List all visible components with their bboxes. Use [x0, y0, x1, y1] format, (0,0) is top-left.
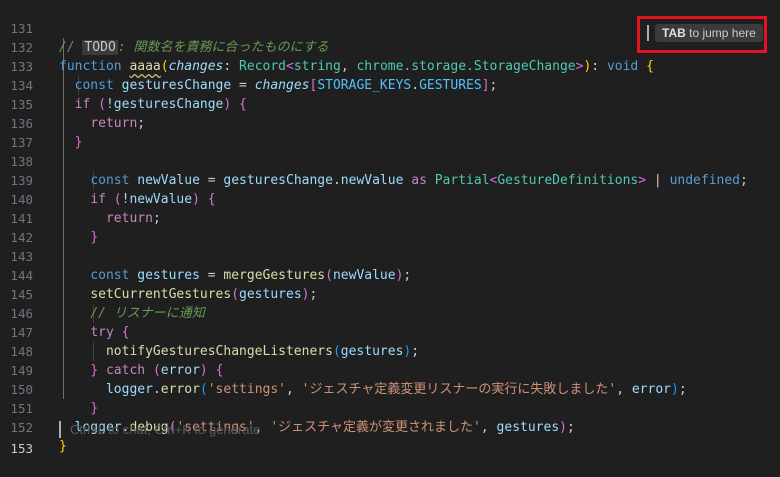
code-editor[interactable]: 131 // TODO: 関数名を責務に合ったものにする 132 functio…: [0, 0, 780, 456]
code-line: 151 logger.debug('settings', 'ジェスチャ定義が変更…: [0, 380, 780, 435]
code-line: 143 const gestures = mergeGestures(newVa…: [0, 228, 780, 283]
code-line: 141 }: [0, 190, 780, 245]
code-line: 152 }: [0, 399, 780, 454]
code-line: 142: [0, 209, 780, 245]
code-line: 134 if (!gesturesChange) {: [0, 57, 780, 112]
code-line: 138 const newValue = gesturesChange.newV…: [0, 133, 780, 188]
code-line: 135 return;: [0, 76, 780, 131]
code-line: 150 }: [0, 361, 780, 416]
code-line: 149 logger.error('settings', 'ジェスチャ定義変更リ…: [0, 342, 780, 397]
chat-placeholder: Ctrl+L to chat, Ctrl+K to generate: [70, 422, 261, 437]
code-line: 145 // リスナーに通知: [0, 266, 780, 321]
line-number: 153: [10, 441, 33, 456]
code-line: 140 return;: [0, 171, 780, 226]
code-line: 137: [0, 114, 780, 150]
text-cursor: [59, 421, 61, 438]
highlight-box: [637, 16, 767, 53]
code-line: 136 }: [0, 95, 780, 150]
code-line: 147 notifyGesturesChangeListeners(gestur…: [0, 304, 780, 359]
code-line: 144 setCurrentGestures(gestures);: [0, 247, 780, 302]
code-line: 148 } catch (error) {: [0, 323, 780, 378]
code-line: 139 if (!newValue) {: [0, 152, 780, 207]
code-line: 146 try {: [0, 285, 780, 340]
